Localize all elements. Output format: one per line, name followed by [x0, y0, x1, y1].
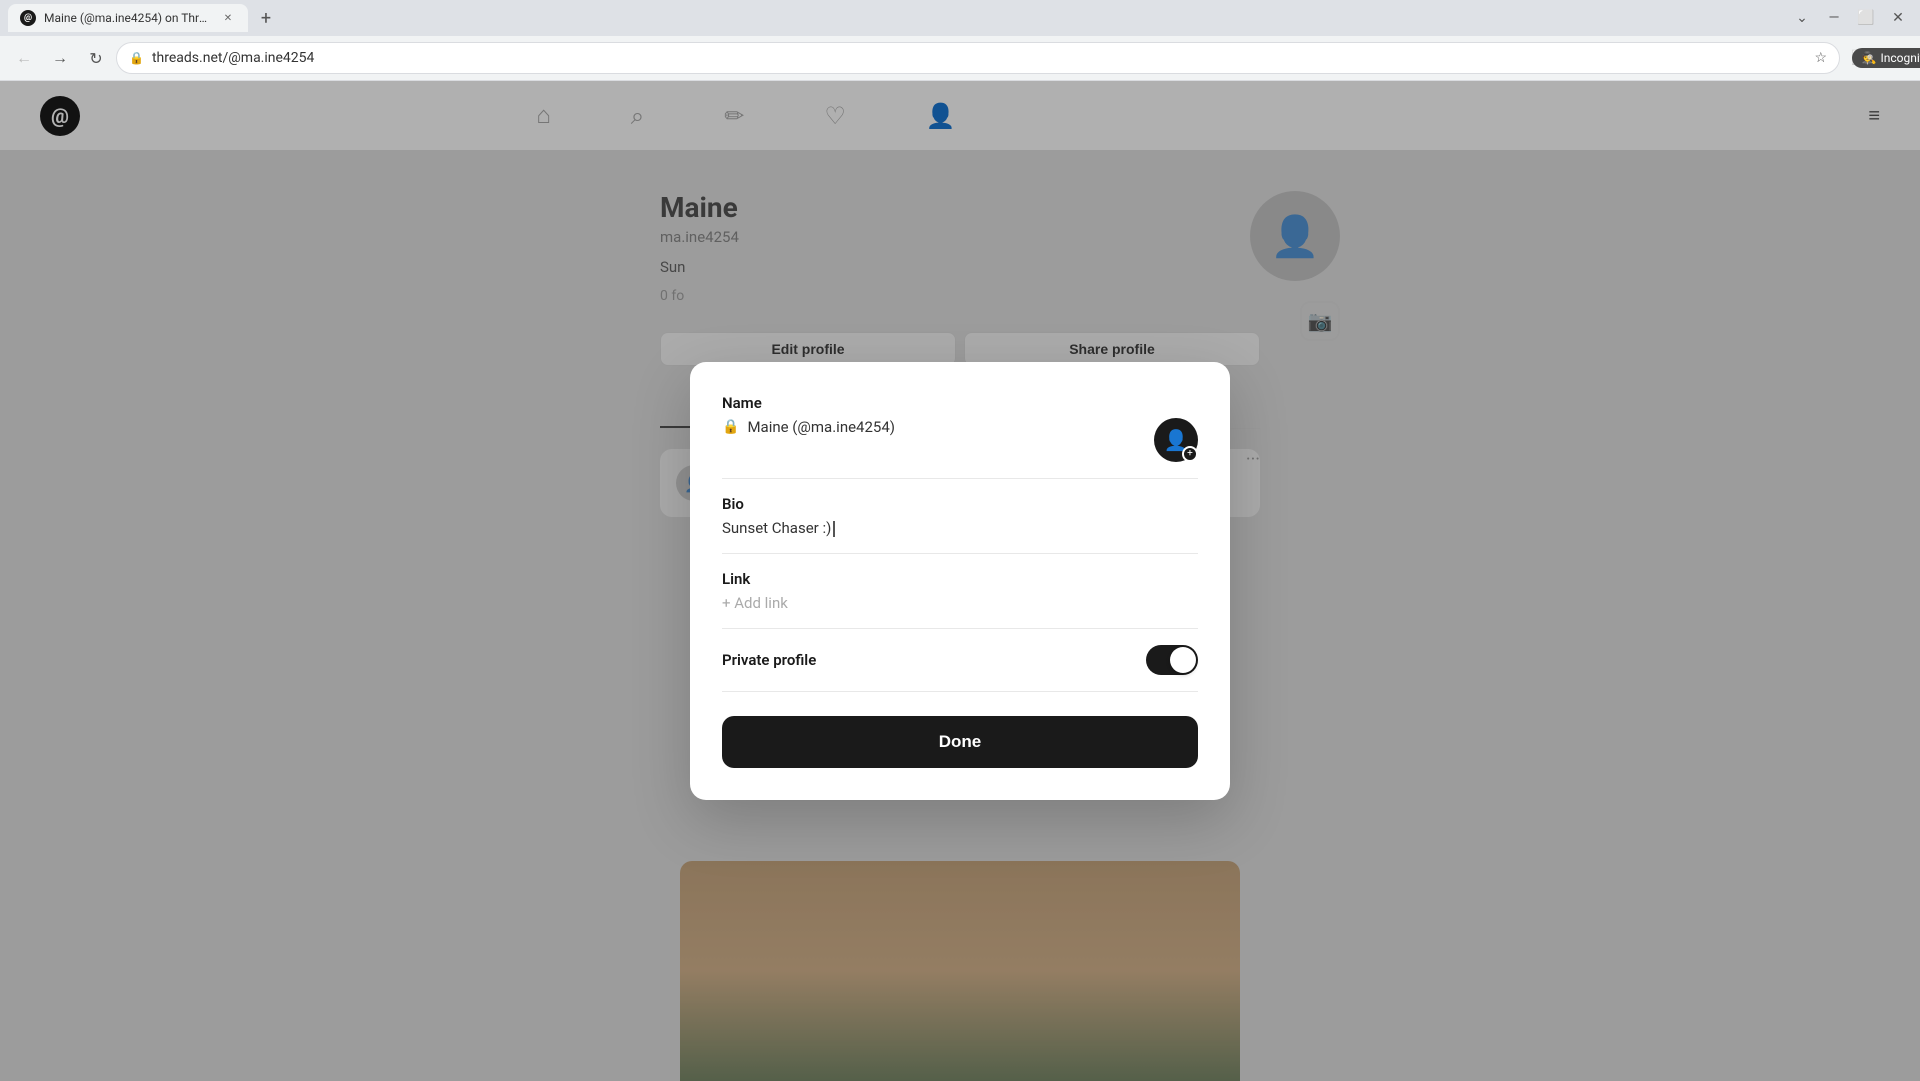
link-placeholder: + Add link	[722, 594, 1198, 612]
bio-value: Sunset Chaser :)	[722, 519, 1198, 537]
link-label: Link	[722, 570, 1198, 588]
lock-icon: 🔒	[129, 51, 144, 65]
text-cursor	[833, 521, 835, 537]
bio-label: Bio	[722, 495, 1198, 513]
bookmark-button[interactable]: ☆	[1814, 50, 1827, 66]
name-field: Name 🔒 Maine (@ma.ine4254) 👤 +	[722, 394, 1198, 479]
private-profile-row: Private profile	[722, 645, 1198, 692]
maximize-button[interactable]: ⬜	[1852, 4, 1880, 32]
bio-field: Bio Sunset Chaser :)	[722, 495, 1198, 554]
close-window-button[interactable]: ✕	[1884, 4, 1912, 32]
incognito-badge: 🕵 Incognito	[1852, 48, 1920, 68]
active-tab[interactable]: @ Maine (@ma.ine4254) on Threa... ✕	[8, 4, 248, 32]
change-photo-button[interactable]: 👤 +	[1154, 418, 1198, 462]
link-field: Link + Add link	[722, 570, 1198, 629]
name-label: Name	[722, 394, 1198, 412]
tab-list-button[interactable]: ⌄	[1788, 4, 1816, 32]
profile-button[interactable]: 🕵 Incognito	[1880, 42, 1912, 74]
address-bar[interactable]: 🔒 threads.net/@ma.ine4254 ☆	[116, 42, 1840, 74]
forward-button[interactable]: →	[44, 42, 76, 74]
page-background: @ ⌂ ⌕ ✏ ♡ 👤 ≡ Maine ma.ine4254 Sun 0 fo …	[0, 81, 1920, 1081]
private-profile-label: Private profile	[722, 651, 816, 669]
incognito-label: Incognito	[1881, 51, 1920, 65]
tab-close-button[interactable]: ✕	[220, 10, 236, 26]
reload-button[interactable]: ↻	[80, 42, 112, 74]
minimize-button[interactable]: —	[1820, 4, 1848, 32]
plus-badge-icon: +	[1182, 446, 1198, 462]
back-button[interactable]: ←	[8, 42, 40, 74]
private-profile-toggle[interactable]	[1146, 645, 1198, 675]
name-value: Maine (@ma.ine4254)	[747, 418, 1154, 436]
lock-field-icon: 🔒	[722, 419, 739, 435]
link-field-row[interactable]: + Add link	[722, 594, 1198, 629]
tab-bar: @ Maine (@ma.ine4254) on Threa... ✕ + ⌄ …	[0, 0, 1920, 36]
browser-toolbar: ← → ↻ 🔒 threads.net/@ma.ine4254 ☆ ⬜ 🕵 In…	[0, 36, 1920, 80]
window-controls: ⌄ — ⬜ ✕	[1788, 4, 1912, 32]
modal-overlay[interactable]: Name 🔒 Maine (@ma.ine4254) 👤 + Bio	[0, 81, 1920, 1081]
incognito-icon: 🕵	[1862, 51, 1877, 65]
tab-favicon: @	[20, 10, 36, 26]
name-field-row: 🔒 Maine (@ma.ine4254) 👤 +	[722, 418, 1198, 479]
done-button[interactable]: Done	[722, 716, 1198, 768]
toolbar-right: ⬜ 🕵 Incognito	[1844, 42, 1912, 74]
name-content: 🔒 Maine (@ma.ine4254)	[722, 418, 1154, 436]
url-text: threads.net/@ma.ine4254	[152, 50, 1806, 66]
browser-chrome: @ Maine (@ma.ine4254) on Threa... ✕ + ⌄ …	[0, 0, 1920, 81]
tab-title: Maine (@ma.ine4254) on Threa...	[44, 11, 212, 25]
bio-field-row[interactable]: Sunset Chaser :)	[722, 519, 1198, 554]
edit-profile-modal: Name 🔒 Maine (@ma.ine4254) 👤 + Bio	[690, 362, 1230, 800]
new-tab-button[interactable]: +	[252, 4, 280, 32]
